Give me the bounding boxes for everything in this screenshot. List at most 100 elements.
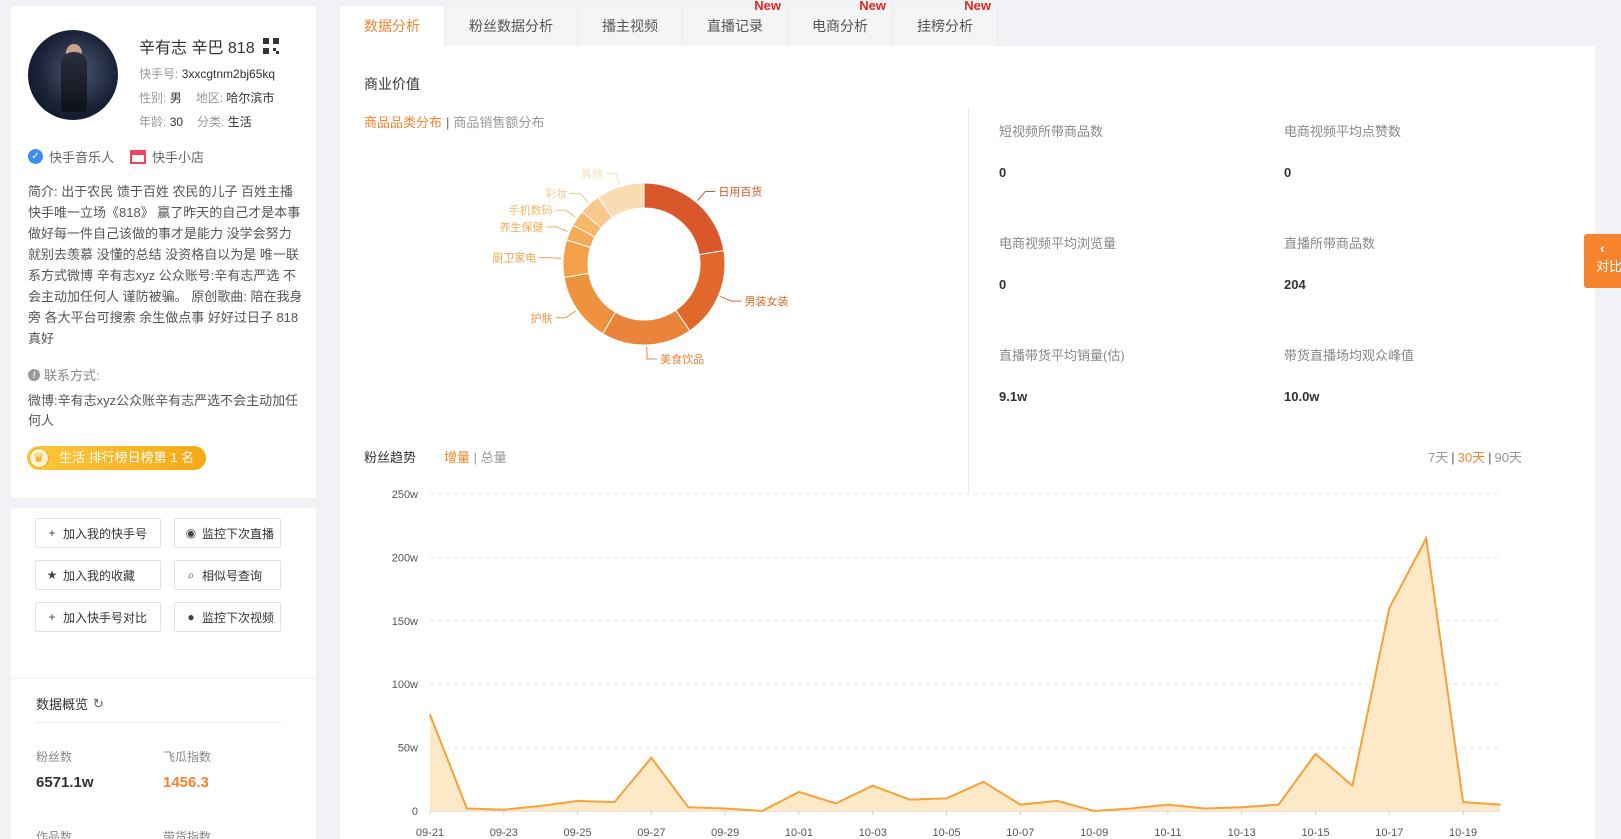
music-badge: ✓ 快手音乐人 — [28, 147, 114, 166]
add-favorite-button[interactable]: ★ 加入我的收藏 — [35, 560, 161, 590]
slice-label: 彩妆 — [545, 188, 567, 201]
add-my-account-button[interactable]: + 加入我的快手号 — [35, 518, 161, 548]
range-30-days[interactable]: 30天 — [1458, 450, 1485, 465]
slice-label: 手机数码 — [509, 203, 553, 217]
data-point — [613, 801, 616, 803]
category-label: 分类: — [197, 115, 225, 129]
similar-search-button[interactable]: ⌕ 相似号查询 — [174, 560, 281, 590]
trend-line — [429, 535, 1501, 813]
refresh-icon[interactable]: ↻ — [93, 696, 104, 712]
data-point — [1019, 803, 1022, 806]
monitor-video-button[interactable]: ● 监控下次视频 — [174, 602, 281, 632]
goods-index-label: 带货指数 — [163, 830, 212, 839]
rank-label: 生活 排行榜日榜第 1 名 — [59, 450, 195, 465]
x-tick-label: 09-23 — [490, 827, 518, 836]
x-tick-label: 09-29 — [711, 827, 739, 836]
data-point — [1351, 784, 1354, 787]
tab-label: 粉丝数据分析 — [469, 18, 553, 34]
profile-name: 辛有志 辛巴 818 — [139, 40, 255, 57]
data-point — [1167, 803, 1169, 806]
divider — [11, 678, 316, 679]
overview-title-label: 数据概览 — [36, 697, 89, 712]
y-tick-label: 200w — [392, 552, 418, 564]
tab-data-analysis[interactable]: 数据分析 — [340, 6, 445, 46]
separator: | — [446, 115, 450, 130]
avatar[interactable] — [28, 30, 118, 120]
sales-dist-tab[interactable]: 商品销售额分布 — [453, 115, 544, 130]
data-point — [1056, 800, 1059, 802]
info-icon: ! — [28, 368, 40, 381]
range-7-days[interactable]: 7天 — [1428, 450, 1448, 465]
trend-area — [430, 538, 1500, 811]
new-badge: New — [754, 0, 781, 13]
trend-tabs: 增量 | 总量 — [444, 447, 507, 466]
label-leader — [605, 172, 620, 185]
metric-value: 10.0w — [1284, 389, 1320, 404]
y-tick-label: 0 — [412, 806, 418, 818]
tab-ecommerce[interactable]: 电商分析 New — [788, 0, 893, 46]
slice-label: 日用百货 — [718, 184, 762, 198]
data-point — [576, 800, 579, 802]
label-leader — [555, 209, 576, 218]
works-label: 作品数 — [36, 830, 73, 839]
contact-heading: ! 联系方式: — [28, 365, 100, 384]
tab-label: 挂榜分析 — [917, 18, 973, 34]
data-point — [539, 805, 542, 807]
total-tab[interactable]: 总量 — [481, 450, 507, 465]
label-leader — [570, 193, 589, 203]
tab-ranking[interactable]: 挂榜分析 New — [893, 0, 998, 46]
add-my-account-label: 加入我的快手号 — [63, 526, 148, 541]
monitor-live-button[interactable]: ◉ 监控下次直播 — [174, 518, 281, 548]
x-tick-label: 10-05 — [932, 827, 960, 836]
data-point — [1499, 803, 1501, 806]
donut-slice — [563, 272, 617, 335]
compare-label: 对比 — [1596, 259, 1621, 274]
y-tick-label: 250w — [392, 489, 418, 501]
slice-label: 美食饮品 — [660, 352, 704, 366]
category-donut-chart: 日用百货男装女装美食饮品 护肤 厨卫家电 养生保健 手机数码 彩妆 其他 — [492, 167, 788, 366]
donut-slice — [674, 249, 726, 332]
id-label: 快手号: — [139, 67, 179, 81]
contact-text: 微博:辛有志xyz公众账辛有志严选不会主动加任何人 — [28, 393, 299, 428]
fans-value: 6571.1w — [36, 774, 94, 791]
divider — [36, 722, 282, 723]
metric-value: 0 — [999, 165, 1007, 180]
tab-fans-analysis[interactable]: 粉丝数据分析 — [445, 6, 578, 46]
region-value: 哈尔滨市 — [226, 91, 275, 105]
data-point — [429, 713, 431, 716]
x-tick-label: 09-27 — [637, 827, 665, 836]
data-point — [1314, 753, 1317, 755]
label-leader — [546, 226, 568, 233]
shop-badge[interactable]: 快手小店 — [130, 147, 204, 166]
x-tick-label: 10-13 — [1228, 827, 1256, 836]
range-90-days[interactable]: 90天 — [1495, 450, 1522, 465]
compare-tab[interactable]: ‹ 对比 — [1584, 234, 1621, 288]
metric-value: 0 — [999, 277, 1007, 292]
x-tick-label: 09-21 — [416, 827, 444, 836]
data-point — [1240, 806, 1243, 808]
monitor-live-label: 监控下次直播 — [202, 526, 275, 541]
monitor-video-label: 监控下次视频 — [202, 610, 275, 625]
qr-code-icon[interactable] — [262, 38, 279, 54]
shop-badge-label: 快手小店 — [152, 150, 205, 165]
data-point — [945, 797, 948, 800]
x-tick-label: 10-19 — [1449, 827, 1477, 836]
tab-bar: 数据分析 粉丝数据分析 播主视频 直播记录 New 电商分析 New 挂榜分析 New — [340, 0, 998, 46]
x-tick-label: 10-11 — [1154, 827, 1181, 836]
data-point — [1462, 801, 1464, 803]
tab-videos[interactable]: 播主视频 — [578, 6, 683, 46]
gender-value: 男 — [169, 91, 182, 105]
increment-tab[interactable]: 增量 — [444, 450, 470, 465]
new-badge: New — [859, 0, 886, 13]
tab-live-records[interactable]: 直播记录 New — [683, 0, 788, 46]
x-tick-label: 10-15 — [1301, 827, 1329, 836]
separator: | — [1451, 450, 1455, 465]
crown-icon — [29, 448, 49, 468]
index-value: 1456.3 — [163, 774, 209, 791]
rank-badge[interactable]: 生活 排行榜日榜第 1 名 — [27, 446, 207, 470]
add-compare-button[interactable]: + 加入快手号对比 — [35, 602, 161, 632]
index-label: 飞瓜指数 — [163, 750, 212, 764]
slice-label: 其他 — [581, 167, 603, 180]
fans-label: 粉丝数 — [36, 750, 73, 764]
category-dist-tab[interactable]: 商品品类分布 — [364, 115, 442, 130]
